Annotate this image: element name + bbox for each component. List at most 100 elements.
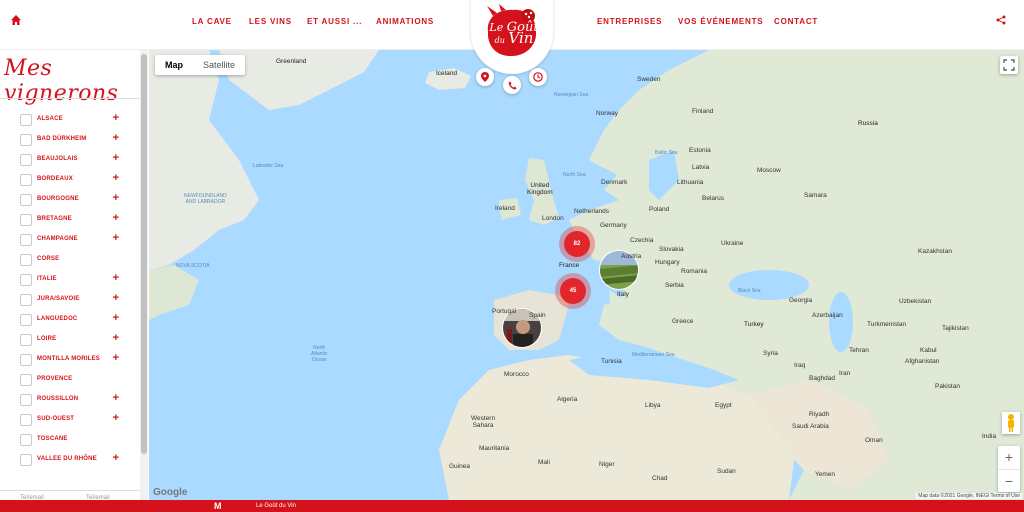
nav-animations[interactable]: ANIMATIONS [376,17,434,26]
marker-cluster[interactable]: 45 [555,273,591,309]
region-label[interactable]: LANGUEDOC [37,316,77,322]
region-checkbox[interactable] [20,414,32,426]
region-item[interactable]: ROUSSILLON + [20,392,124,408]
region-checkbox[interactable] [20,274,32,286]
region-label[interactable]: TOSCANE [37,436,68,442]
region-label[interactable]: BEAUJOLAIS [37,156,78,162]
region-label[interactable]: CORSE [37,256,59,262]
region-checkbox[interactable] [20,354,32,366]
map-label-chad: Chad [652,475,668,482]
map-type-satellite-button[interactable]: Satellite [193,55,245,75]
region-label[interactable]: PROVENCE [37,376,72,382]
map-label-med-sea: Mediterranean Sea [632,352,675,358]
region-item[interactable]: TOSCANE [20,434,124,448]
region-label[interactable]: LOIRE [37,336,56,342]
region-item[interactable]: PROVENCE [20,374,124,388]
region-label[interactable]: ALSACE [37,116,63,122]
share-icon[interactable] [996,15,1006,25]
region-item[interactable]: ITALIE + [20,272,124,288]
region-label[interactable]: VALLEE DU RHÔNE [37,456,97,462]
expand-plus-icon[interactable]: + [113,152,119,164]
clock-icon[interactable] [529,68,547,86]
nav-contact[interactable]: CONTACT [774,17,818,26]
region-label[interactable]: BRETAGNE [37,216,72,222]
map-label-yemen: Yemen [815,471,835,478]
region-checkbox[interactable] [20,114,32,126]
nav-vos-evenements[interactable]: VOS ÉVÉNEMENTS [678,17,763,26]
expand-plus-icon[interactable]: + [113,352,119,364]
region-item[interactable]: JURA/SAVOIE + [20,292,124,308]
expand-plus-icon[interactable]: + [113,192,119,204]
expand-plus-icon[interactable]: + [113,392,119,404]
region-item[interactable]: CHAMPAGNE + [20,232,124,248]
region-label[interactable]: BAD DÜRKHEIM [37,136,86,142]
region-label[interactable]: ITALIE [37,276,57,282]
fullscreen-button[interactable] [1000,56,1018,74]
region-item[interactable]: LANGUEDOC + [20,312,124,328]
region-item[interactable]: CORSE [20,254,124,268]
expand-plus-icon[interactable]: + [113,132,119,144]
region-item[interactable]: SUD-OUEST + [20,412,124,428]
nav-entreprises[interactable]: ENTREPRISES [597,17,662,26]
region-item[interactable]: BAD DÜRKHEIM + [20,132,124,148]
region-checkbox[interactable] [20,214,32,226]
region-checkbox[interactable] [20,254,32,266]
expand-plus-icon[interactable]: + [113,452,119,464]
region-label[interactable]: ROUSSILLON [37,396,78,402]
expand-plus-icon[interactable]: + [113,212,119,224]
map-label-pakistan: Pakistan [935,383,960,390]
region-item[interactable]: BRETAGNE + [20,212,124,228]
region-checkbox[interactable] [20,454,32,466]
location-pin-icon[interactable] [476,68,494,86]
expand-plus-icon[interactable]: + [113,292,119,304]
region-checkbox[interactable] [20,294,32,306]
region-item[interactable]: LOIRE + [20,332,124,348]
nav-la-cave[interactable]: LA CAVE [192,17,232,26]
region-label[interactable]: BOURGOGNE [37,196,79,202]
region-item[interactable]: BORDEAUX + [20,172,124,188]
map-label-germany: Germany [600,222,627,229]
zoom-out-button[interactable]: − [998,469,1020,492]
map-view[interactable]: Map Satellite + − Google Map data ©2021 … [149,50,1024,500]
marker-cluster[interactable]: 82 [559,226,595,262]
region-checkbox[interactable] [20,314,32,326]
sidebar-scrollbar[interactable] [140,50,148,500]
region-checkbox[interactable] [20,154,32,166]
region-item[interactable]: ALSACE + [20,112,124,128]
region-checkbox[interactable] [20,234,32,246]
street-view-pegman[interactable] [1002,412,1020,434]
region-checkbox[interactable] [20,374,32,386]
region-item[interactable]: BEAUJOLAIS + [20,152,124,168]
scrollbar-thumb[interactable] [141,54,147,454]
expand-plus-icon[interactable]: + [113,112,119,124]
region-label[interactable]: JURA/SAVOIE [37,296,79,302]
region-label[interactable]: SUD-OUEST [37,416,74,422]
region-checkbox[interactable] [20,134,32,146]
region-label[interactable]: MONTILLA MORILES [37,356,100,362]
expand-plus-icon[interactable]: + [113,232,119,244]
google-logo[interactable]: Google [153,487,187,498]
phone-icon[interactable] [503,76,521,94]
nav-les-vins[interactable]: LES VINS [249,17,292,26]
expand-plus-icon[interactable]: + [113,272,119,284]
expand-plus-icon[interactable]: + [113,412,119,424]
region-checkbox[interactable] [20,194,32,206]
region-label[interactable]: CHAMPAGNE [37,236,78,242]
expand-plus-icon[interactable]: + [113,172,119,184]
region-checkbox[interactable] [20,334,32,346]
region-item[interactable]: VALLEE DU RHÔNE + [20,452,124,468]
map-type-map-button[interactable]: Map [155,55,193,75]
map-attribution[interactable]: Map data ©2021 Google, INEGI Terms of Us… [916,493,1022,499]
expand-plus-icon[interactable]: + [113,312,119,324]
expand-plus-icon[interactable]: + [113,332,119,344]
home-icon[interactable] [10,14,22,26]
region-checkbox[interactable] [20,394,32,406]
nav-et-aussi[interactable]: ET AUSSI ... [307,17,362,26]
region-checkbox[interactable] [20,434,32,446]
map-label-north-sea: North Sea [563,172,586,178]
zoom-in-button[interactable]: + [998,446,1020,469]
region-checkbox[interactable] [20,174,32,186]
region-item[interactable]: MONTILLA MORILES + [20,352,124,368]
region-item[interactable]: BOURGOGNE + [20,192,124,208]
region-label[interactable]: BORDEAUX [37,176,73,182]
